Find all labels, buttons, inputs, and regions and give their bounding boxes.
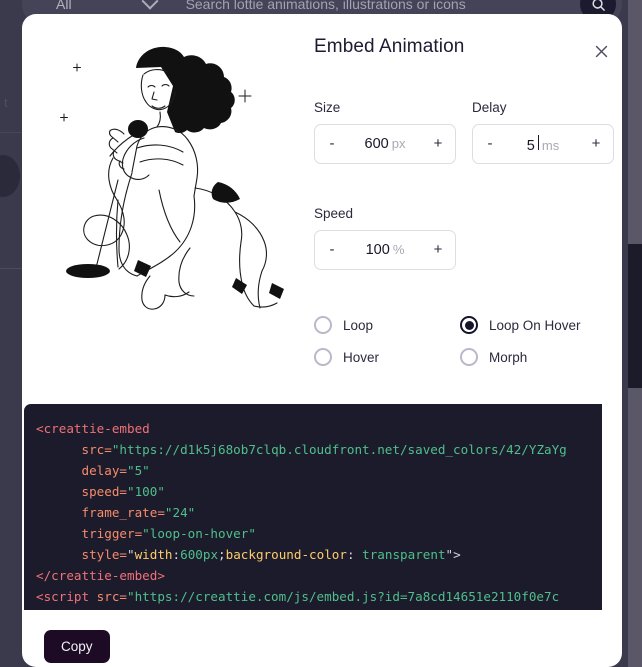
radio-hover[interactable]: Hover xyxy=(314,348,460,366)
size-input[interactable]: 600 xyxy=(365,136,389,152)
chevron-down-icon[interactable] xyxy=(141,0,159,10)
singer-line-art-illustration xyxy=(40,30,310,310)
text-cursor xyxy=(537,134,539,150)
radio-hover-indicator[interactable] xyxy=(314,348,332,366)
embed-code-section: <creattie-embed src="https://d1k5j68ob7c… xyxy=(24,404,620,626)
radio-loop-on-hover[interactable]: Loop On Hover xyxy=(460,316,606,334)
size-decrement-button[interactable]: - xyxy=(315,125,349,163)
code-line-1: <creattie-embed xyxy=(36,421,150,436)
size-value-wrap[interactable]: 600 px xyxy=(349,136,421,152)
delay-unit: ms xyxy=(541,137,560,153)
page-scrollbar[interactable] xyxy=(628,0,642,667)
background-ghost-shape xyxy=(0,155,20,197)
code-line-2: src="https://d1k5j68ob7clqb.cloudfront.n… xyxy=(81,442,567,457)
delay-field: Delay - 5 ms + xyxy=(472,100,614,164)
copy-button[interactable]: Copy xyxy=(44,630,110,663)
code-line-4: speed="100" xyxy=(81,484,165,499)
delay-stepper[interactable]: - 5 ms + xyxy=(472,124,614,164)
speed-input[interactable]: 100 xyxy=(366,242,390,258)
radio-loop-on-hover-indicator[interactable] xyxy=(460,316,478,334)
delay-value-wrap[interactable]: 5 ms xyxy=(507,134,579,154)
page-title: Embed Animation xyxy=(314,36,465,57)
size-increment-button[interactable]: + xyxy=(421,125,455,163)
speed-field: Speed - 100 % + xyxy=(314,206,456,270)
speed-stepper[interactable]: - 100 % + xyxy=(314,230,456,270)
delay-increment-button[interactable]: + xyxy=(579,125,613,163)
size-field: Size - 600 px + xyxy=(314,100,456,164)
page-scrollbar-thumb[interactable] xyxy=(628,244,642,388)
radio-hover-label: Hover xyxy=(343,349,380,365)
speed-unit: % xyxy=(392,242,405,257)
radio-loop-on-hover-label: Loop On Hover xyxy=(489,317,581,333)
size-stepper[interactable]: - 600 px + xyxy=(314,124,456,164)
radio-loop-label: Loop xyxy=(343,317,374,333)
trigger-radio-group: Loop Loop On Hover Hover Morph xyxy=(314,316,614,366)
background-ghost-divider-2 xyxy=(0,132,22,133)
delay-label: Delay xyxy=(472,100,507,115)
embed-code-block[interactable]: <creattie-embed src="https://d1k5j68ob7c… xyxy=(24,404,602,610)
speed-decrement-button[interactable]: - xyxy=(315,231,349,269)
radio-loop-indicator[interactable] xyxy=(314,316,332,334)
speed-row: Speed - 100 % + xyxy=(314,206,614,270)
code-line-8: </creattie-embed> xyxy=(36,568,165,583)
delay-decrement-button[interactable]: - xyxy=(473,125,507,163)
code-line-5: frame_rate="24" xyxy=(81,505,196,520)
code-line-6: trigger="loop-on-hover" xyxy=(81,526,256,541)
background-ghost-text: t xyxy=(4,95,8,110)
modal-right-panel: Embed Animation Size - 600 px + Delay - … xyxy=(314,36,614,366)
radio-morph-indicator[interactable] xyxy=(460,348,478,366)
background-search-placeholder[interactable]: Search lottie animations, illustrations … xyxy=(186,0,466,12)
speed-value-wrap[interactable]: 100 % xyxy=(349,242,421,258)
radio-morph-label: Morph xyxy=(489,349,528,365)
code-line-9: <script src="https://creattie.com/js/emb… xyxy=(36,589,560,604)
size-delay-row: Size - 600 px + Delay - 5 ms + xyxy=(314,100,614,164)
close-icon[interactable] xyxy=(588,38,614,64)
code-line-7: style="width:600px;background-color: tra… xyxy=(81,547,461,562)
embed-animation-modal: Embed Animation Size - 600 px + Delay - … xyxy=(22,14,622,667)
radio-loop[interactable]: Loop xyxy=(314,316,460,334)
delay-input[interactable]: 5 xyxy=(527,138,535,154)
background-ghost-divider xyxy=(0,268,22,269)
size-label: Size xyxy=(314,100,341,115)
radio-morph[interactable]: Morph xyxy=(460,348,606,366)
code-line-3: delay="5" xyxy=(81,463,150,478)
modal-upper-section: Embed Animation Size - 600 px + Delay - … xyxy=(22,14,622,384)
speed-increment-button[interactable]: + xyxy=(421,231,455,269)
size-unit: px xyxy=(391,136,406,151)
background-category-label[interactable]: All xyxy=(22,0,72,12)
speed-label: Speed xyxy=(314,206,354,221)
